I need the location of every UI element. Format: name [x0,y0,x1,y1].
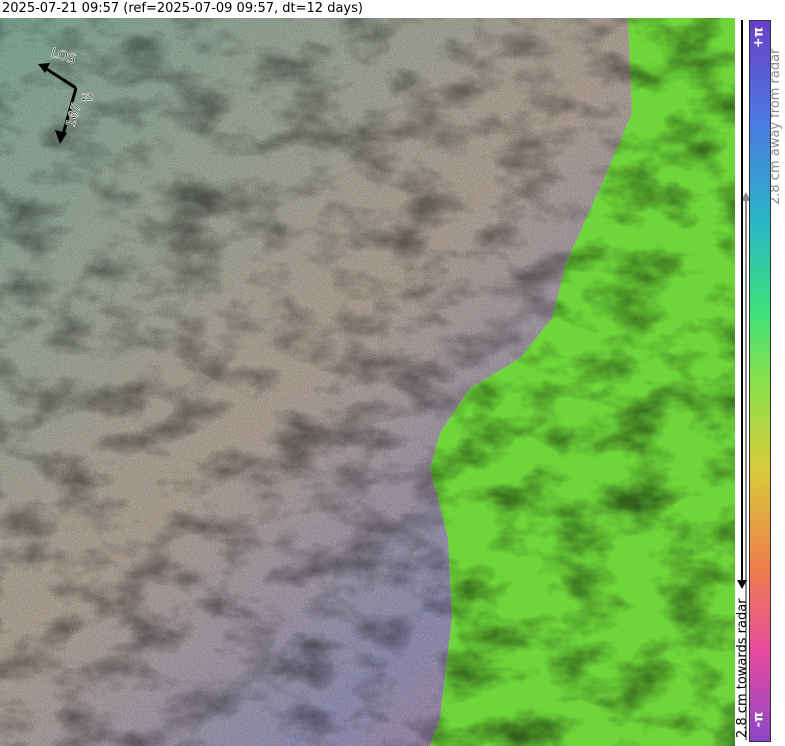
colorbar-bottom-label: -π [751,711,767,728]
map-canvas: LOS 167 N [0,18,735,746]
phase-colorbar [749,20,771,742]
towards-label: 2.8 cm towards radar [735,598,750,738]
colorbar-top-label: +π [751,26,767,49]
north-label: N [78,92,93,102]
image-title: 2025-07-21 09:57 (ref=2025-07-09 09:57, … [2,1,363,16]
interferogram-map: LOS 167 N [0,18,735,746]
towards-arrowhead-icon [737,580,747,589]
towards-arrow [741,20,743,580]
